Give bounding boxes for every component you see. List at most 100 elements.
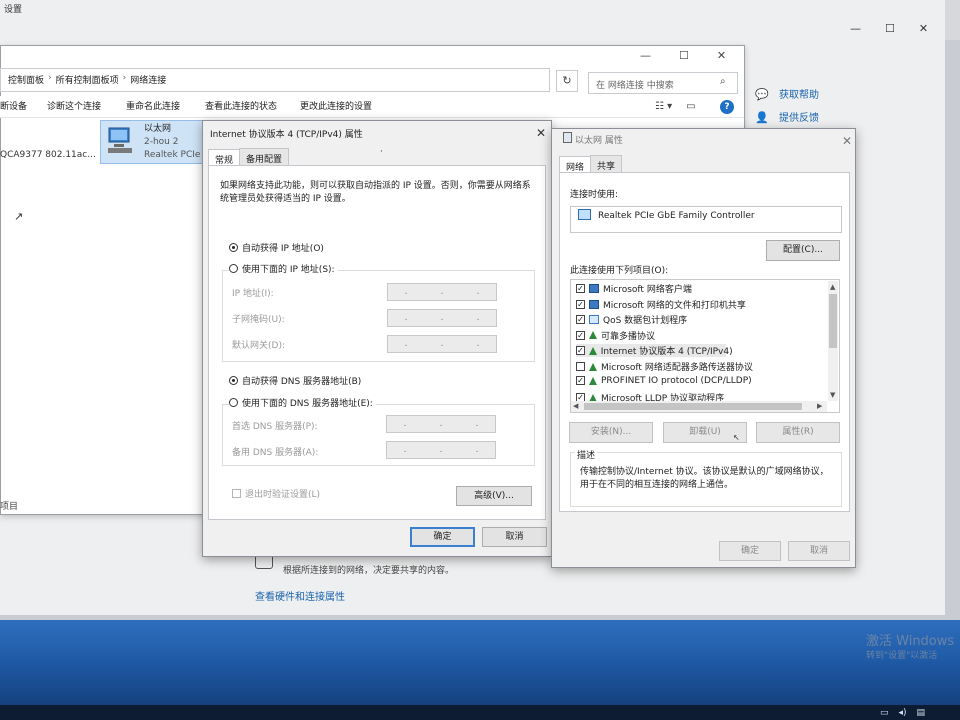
- description-label: 描述: [575, 448, 598, 461]
- toolbar-diagnose[interactable]: 诊断这个连接: [47, 99, 101, 112]
- network-adapter-icon: [563, 132, 572, 143]
- checkbox-checked-icon[interactable]: ✓: [576, 315, 585, 325]
- scrollbar-thumb[interactable]: [584, 403, 802, 410]
- component-label: PROFINET IO protocol (DCP/LLDP): [601, 375, 752, 386]
- refresh-button[interactable]: ↻: [556, 70, 578, 92]
- radio-unselected-icon: [229, 264, 238, 273]
- checkbox-checked-icon[interactable]: ✓: [576, 346, 585, 356]
- search-icon[interactable]: ⌕: [720, 76, 726, 87]
- close-icon[interactable]: ✕: [717, 49, 726, 62]
- network-tray-icon[interactable]: ▭: [880, 708, 889, 718]
- gateway-field[interactable]: ...: [387, 335, 497, 353]
- minimize-icon[interactable]: —: [640, 49, 651, 62]
- properties-button[interactable]: 属性(R): [756, 422, 840, 443]
- preferred-dns-label: 首选 DNS 服务器(P):: [232, 422, 318, 432]
- preferred-dns-field[interactable]: ...: [386, 415, 496, 433]
- ethernet-ok-button[interactable]: 确定: [719, 541, 781, 561]
- checkbox-checked-icon[interactable]: ✓: [576, 299, 585, 309]
- chevron-up-icon[interactable]: ▲: [830, 283, 835, 291]
- get-help-link[interactable]: 💬 获取帮助: [755, 86, 935, 102]
- toolbar-change-settings[interactable]: 更改此连接的设置: [300, 99, 372, 112]
- network-adapter-icon: [108, 127, 132, 153]
- system-tray[interactable]: ▭ ◂) ▤: [880, 708, 925, 718]
- close-icon[interactable]: ✕: [919, 22, 928, 35]
- subnet-mask-field[interactable]: ...: [387, 309, 497, 327]
- maximize-icon[interactable]: ☐: [885, 22, 895, 35]
- manual-ip-radio[interactable]: 使用下面的 IP 地址(S):: [229, 262, 338, 275]
- settings-window-controls: — ☐ ✕: [850, 22, 950, 35]
- scrollbar-thumb[interactable]: [829, 294, 837, 348]
- breadcrumb-item[interactable]: 所有控制面板项: [56, 73, 119, 86]
- toolbar-rename[interactable]: 重命名此连接: [126, 99, 180, 112]
- ethernet-cancel-button[interactable]: 取消: [788, 541, 850, 561]
- checkbox-checked-icon[interactable]: ✓: [576, 284, 585, 293]
- checkbox-checked-icon[interactable]: ✓: [576, 376, 585, 386]
- network-adapter-icon: [578, 209, 591, 220]
- component-item[interactable]: ✓ QoS 数据包计划程序: [576, 313, 687, 326]
- component-item[interactable]: ✓ Microsoft 网络客户端: [576, 282, 692, 295]
- radio-selected-icon: [229, 243, 238, 252]
- activation-watermark: 激活 Windows 转到"设置"以激活: [866, 634, 955, 662]
- adapter-name: 以太网: [144, 124, 172, 134]
- install-button[interactable]: 安装(N)...: [569, 422, 653, 443]
- protocol-icon: [588, 346, 597, 355]
- toolbar-disable-device[interactable]: 断设备: [0, 99, 27, 112]
- component-item[interactable]: ✓ Microsoft 网络的文件和打印机共享: [576, 298, 746, 311]
- ethernet-dialog-title: 以太网 属性: [575, 136, 623, 146]
- nc-window-controls: — ☐ ✕: [640, 49, 726, 62]
- close-icon[interactable]: ✕: [536, 126, 546, 140]
- search-placeholder: 在 网络连接 中搜索: [596, 81, 674, 91]
- component-item[interactable]: ✓ PROFINET IO protocol (DCP/LLDP): [576, 376, 752, 386]
- configure-button[interactable]: 配置(C)...: [766, 240, 840, 261]
- toolbar-view-status[interactable]: 查看此连接的状态: [205, 99, 277, 112]
- validate-on-exit-checkbox[interactable]: 退出时验证设置(L): [232, 487, 320, 500]
- component-label: Internet 协议版本 4 (TCP/IPv4): [600, 347, 733, 358]
- manual-dns-radio[interactable]: 使用下面的 DNS 服务器地址(E):: [229, 396, 376, 409]
- protocol-icon: [589, 376, 597, 385]
- taskbar: [0, 705, 960, 720]
- component-item[interactable]: ✓ 可靠多播协议: [576, 329, 655, 342]
- subnet-mask-label: 子网掩码(U):: [232, 315, 285, 325]
- component-label: Microsoft 网络适配器多路传送器协议: [601, 363, 753, 373]
- auto-ip-radio[interactable]: 自动获得 IP 地址(O): [229, 241, 324, 254]
- ip-address-field[interactable]: ...: [387, 283, 497, 301]
- advanced-button[interactable]: 高级(V)...: [456, 486, 532, 506]
- checkbox-checked-icon[interactable]: ✓: [576, 330, 585, 340]
- network-client-icon: [589, 284, 599, 293]
- component-item[interactable]: Microsoft 网络适配器多路传送器协议: [576, 360, 753, 373]
- status-bar-text: 项目: [0, 502, 19, 512]
- component-label: QoS 数据包计划程序: [603, 316, 688, 327]
- ipv4-cancel-button[interactable]: 取消: [482, 527, 547, 547]
- chevron-right-icon: ›: [122, 73, 127, 83]
- ipv4-dialog-title: Internet 协议版本 4 (TCP/IPv4) 属性: [210, 130, 363, 140]
- ip-address-label: IP 地址(I):: [232, 289, 274, 299]
- breadcrumb-item[interactable]: 控制面板: [8, 73, 44, 86]
- chevron-down-icon[interactable]: ▼: [830, 391, 835, 399]
- preview-pane-icon[interactable]: ▭: [686, 101, 695, 112]
- chat-help-icon: 💬: [755, 87, 769, 101]
- chevron-right-icon[interactable]: ▶: [817, 402, 822, 410]
- volume-tray-icon[interactable]: ◂): [899, 708, 907, 718]
- auto-dns-radio[interactable]: 自动获得 DNS 服务器地址(B): [229, 374, 361, 387]
- help-icon[interactable]: ?: [720, 100, 734, 114]
- alternate-dns-field[interactable]: ...: [386, 441, 496, 459]
- view-options-icon[interactable]: ☷ ▾: [655, 101, 672, 112]
- checkbox-unchecked-icon: [232, 489, 241, 498]
- ipv4-ok-button[interactable]: 确定: [410, 527, 475, 547]
- close-icon[interactable]: ✕: [842, 134, 852, 148]
- hardware-properties-link[interactable]: 查看硬件和连接属性: [255, 588, 345, 603]
- component-label: 可靠多播协议: [601, 331, 656, 342]
- checkbox-unchecked-icon[interactable]: [576, 362, 585, 371]
- notification-tray-icon[interactable]: ▤: [917, 708, 926, 718]
- feedback-link[interactable]: 👤 提供反馈: [755, 109, 935, 125]
- wifi-adapter-label[interactable]: QCA9377 802.11ac...: [0, 150, 96, 160]
- component-item[interactable]: ✓ Internet 协议版本 4 (TCP/IPv4): [576, 344, 733, 358]
- qos-icon: [589, 315, 599, 325]
- mouse-cursor-icon: ↖: [733, 433, 740, 442]
- maximize-icon[interactable]: ☐: [679, 49, 689, 62]
- chevron-left-icon[interactable]: ◀: [573, 402, 578, 410]
- decorative-dot: ·: [380, 147, 383, 157]
- component-label: Microsoft 网络的文件和打印机共享: [603, 300, 746, 311]
- breadcrumb-item[interactable]: 网络连接: [130, 73, 166, 86]
- minimize-icon[interactable]: —: [850, 22, 861, 35]
